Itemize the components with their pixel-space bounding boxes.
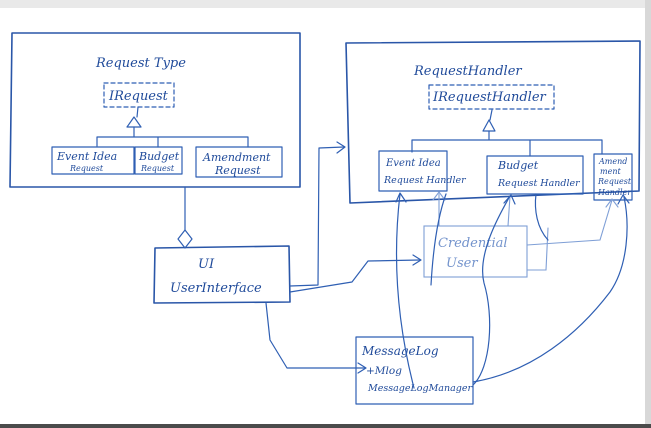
budget-handler-line1: Budget [497,159,539,172]
budget-down-link [534,193,549,241]
log-to-budget-curve [472,195,511,386]
message-log-line3: MessageLogManager [367,383,473,394]
credential-line1: Credential [438,236,508,251]
ui-to-handler-arrow [289,146,345,287]
irequest-label: IRequest [108,89,169,104]
log-to-amendment-curve [472,196,628,383]
event-idea-handler-line2: Request Handler [383,175,467,186]
amendment-handler-line4: Handler [597,188,632,197]
ui-line2: UserInterface [170,281,262,296]
irequest-inheritance-lines [96,106,249,148]
amendment-request-line2: Request [214,164,261,177]
message-log-line2: +Mlog [366,365,402,377]
event-idea-request-line1: Event Idea [56,150,117,163]
request-type-package: Request Type IRequest Event Idea Request… [9,32,301,188]
request-type-title: Request Type [95,56,186,71]
credential-to-amendment-handler [526,198,619,246]
eventidea-to-log-left-curve [395,193,415,389]
irequest-inheritance-triangle [126,116,142,128]
ui-line1: UI [198,257,215,272]
request-handler-package: RequestHandler IRequestHandler Event Ide… [345,40,641,204]
credential-user-class: Credential User [423,225,528,278]
amendment-request-line1: Amendment [202,151,271,164]
aggregation-diamond [177,229,193,249]
message-log-class: MessageLog +Mlog MessageLogManager [355,336,474,405]
budget-request-line1: Budget [138,150,180,163]
credential-side-link [526,227,549,271]
ui-to-messagelog-arrow [265,302,366,369]
budget-handler-line2: Request Handler [497,178,581,189]
event-idea-handler-line1: Event Idea [385,158,441,169]
budget-request-line2: Request [140,164,175,173]
ui-to-credential-arrow [289,259,421,293]
irequesthandler-label: IRequestHandler [432,90,547,105]
credential-to-budget-handler [507,195,511,227]
irequesthandler-inheritance-lines [411,109,603,157]
diagram-page: Request Type IRequest Event Idea Request… [0,0,651,428]
amendment-handler-line3: Request [597,177,632,186]
message-log-line1: MessageLog [361,344,439,358]
amendment-handler-line1: Amend [598,157,627,166]
irequesthandler-inheritance-triangle [482,119,496,132]
credential-line2: User [446,256,478,271]
uml-sketch: Request Type IRequest Event Idea Request… [9,32,641,405]
amendment-handler-line2: ment [600,167,621,176]
event-idea-request-line2: Request [69,164,104,173]
ui-class: UI UserInterface [153,245,291,304]
request-handler-title: RequestHandler [413,64,522,79]
